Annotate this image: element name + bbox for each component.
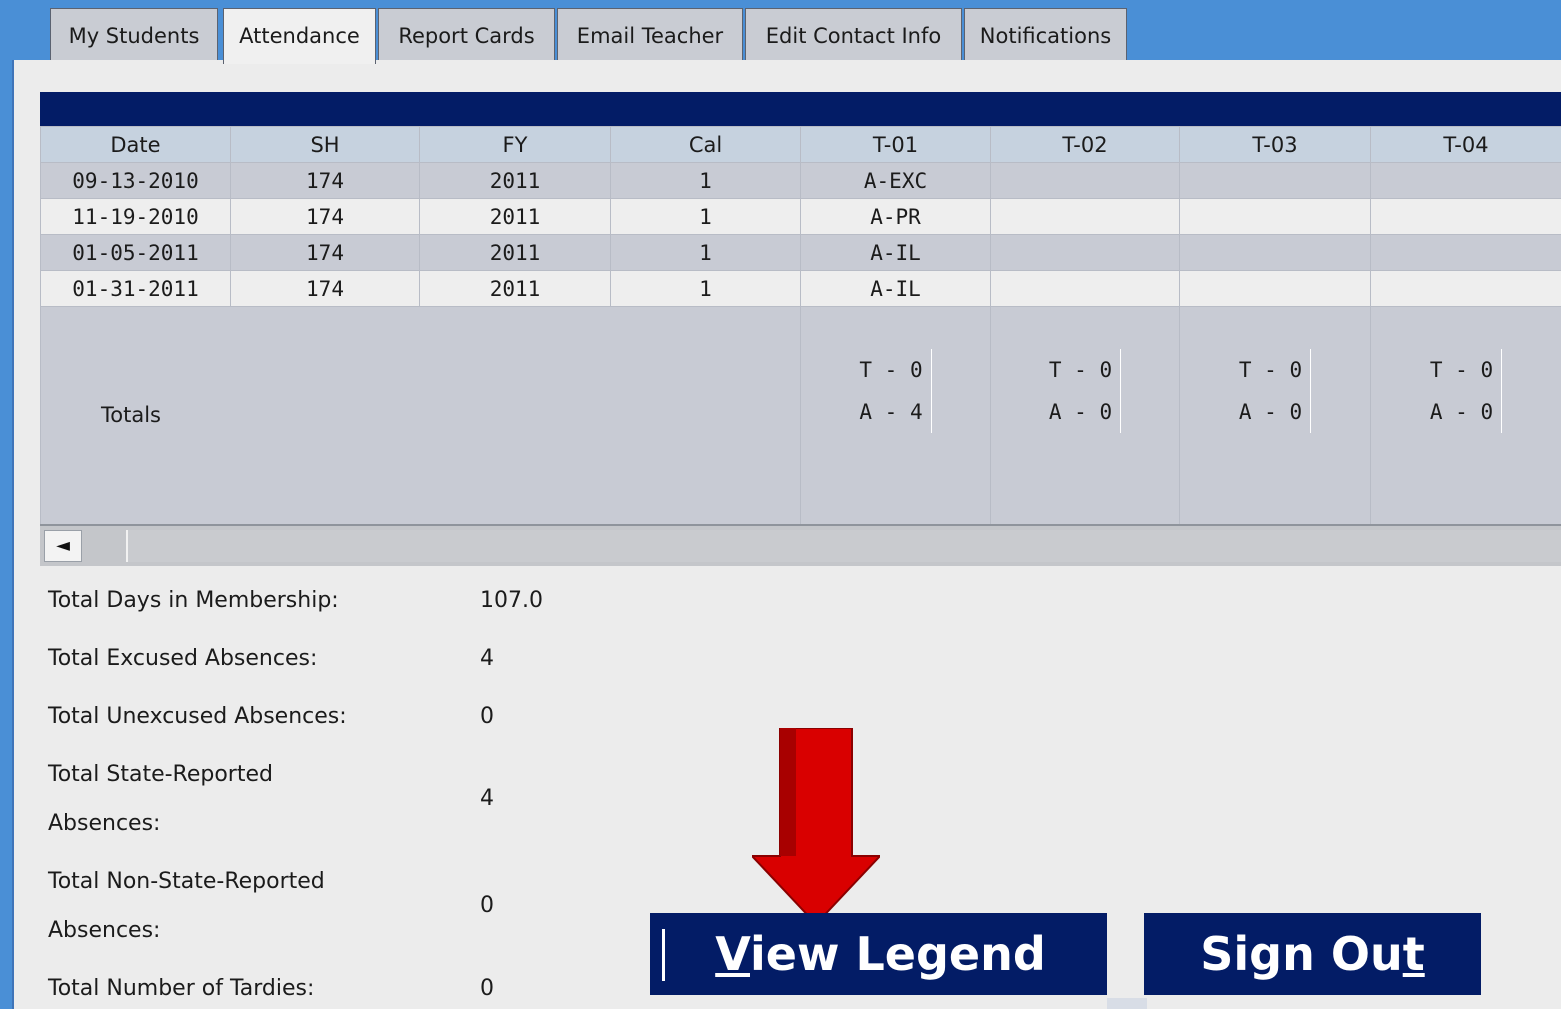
- button-gap: [1107, 998, 1147, 1009]
- tab-attendance[interactable]: Attendance: [223, 8, 376, 64]
- totals-box: T - 0 A - 4: [859, 349, 932, 433]
- cell-t04: [1370, 162, 1561, 199]
- cell-t03: [1179, 234, 1371, 271]
- tardy-total: T - 0: [1429, 358, 1494, 382]
- absence-total: A - 0: [1238, 400, 1303, 424]
- cell-date: 09-13-2010: [40, 162, 231, 199]
- tab-bar: My Students Attendance Report Cards Emai…: [0, 0, 1561, 64]
- cell-t02: [990, 234, 1180, 271]
- stat-label-state-reported-2: Absences:: [48, 811, 161, 836]
- cell-t02: [990, 270, 1180, 307]
- totals-t04: T - 0 A - 0: [1370, 306, 1561, 525]
- attendance-table: Date SH FY Cal T-01 T-02 T-03 T-04 09-13…: [40, 126, 1561, 525]
- cell-t03: [1179, 198, 1371, 235]
- cell-sh: 174: [230, 162, 420, 199]
- cell-t04: [1370, 270, 1561, 307]
- sign-out-button[interactable]: Sign Out: [1144, 913, 1481, 995]
- stat-label-tardies: Total Number of Tardies:: [48, 976, 315, 1001]
- col-header-cal: Cal: [610, 126, 801, 163]
- stat-label-excused: Total Excused Absences:: [48, 646, 318, 671]
- totals-label-cell: Totals: [40, 306, 801, 525]
- stat-label-state-reported: Total State-Reported: [48, 762, 273, 787]
- totals-box: T - 0 A - 0: [1429, 349, 1503, 433]
- cell-sh: 174: [230, 234, 420, 271]
- sign-out-accesskey: t: [1402, 927, 1425, 981]
- stat-label-unexcused: Total Unexcused Absences:: [48, 704, 347, 729]
- col-header-date: Date: [40, 126, 231, 163]
- cell-sh: 174: [230, 270, 420, 307]
- col-header-fy: FY: [419, 126, 611, 163]
- tardy-total: T - 0: [1048, 358, 1113, 382]
- scroll-left-icon[interactable]: ◄: [44, 530, 82, 562]
- cell-cal: 1: [610, 198, 801, 235]
- tab-report-cards[interactable]: Report Cards: [378, 8, 555, 60]
- totals-t01: T - 0 A - 4: [800, 306, 991, 525]
- col-header-t02: T-02: [990, 126, 1180, 163]
- cell-t02: [990, 198, 1180, 235]
- stat-value-state-reported: 4: [480, 786, 494, 811]
- cell-t01: A-EXC: [800, 162, 991, 199]
- cell-t01: A-IL: [800, 234, 991, 271]
- cell-cal: 1: [610, 270, 801, 307]
- stat-value-non-state-reported: 0: [480, 893, 494, 918]
- cell-date: 01-31-2011: [40, 270, 231, 307]
- absence-total: A - 4: [859, 400, 923, 424]
- stat-value-excused: 4: [480, 646, 494, 671]
- totals-label: Totals: [101, 403, 161, 427]
- stat-value-days-membership: 107.0: [480, 588, 543, 613]
- totals-box: T - 0 A - 0: [1048, 349, 1122, 433]
- sign-out-label: Sign Ou: [1200, 927, 1403, 981]
- cell-fy: 2011: [419, 270, 611, 307]
- horizontal-scrollbar[interactable]: ◄: [40, 524, 1561, 566]
- totals-row: Totals T - 0 A - 4 T - 0 A - 0 T - 0 A -…: [40, 306, 1561, 525]
- col-header-t04: T-04: [1370, 126, 1561, 163]
- view-legend-accesskey: V: [715, 927, 750, 981]
- table-title-bar: [40, 92, 1561, 126]
- tardy-total: T - 0: [1238, 358, 1303, 382]
- cell-t03: [1179, 270, 1371, 307]
- cell-sh: 174: [230, 198, 420, 235]
- cell-t02: [990, 162, 1180, 199]
- cell-t01: A-IL: [800, 270, 991, 307]
- cell-fy: 2011: [419, 198, 611, 235]
- cell-t01: A-PR: [800, 198, 991, 235]
- cell-fy: 2011: [419, 162, 611, 199]
- table-row: 09-13-2010 174 2011 1 A-EXC: [40, 162, 1561, 199]
- view-legend-label: iew Legend: [750, 927, 1046, 981]
- cell-cal: 1: [610, 162, 801, 199]
- col-header-t03: T-03: [1179, 126, 1371, 163]
- table-row: 01-31-2011 174 2011 1 A-IL: [40, 270, 1561, 307]
- tab-edit-contact-info[interactable]: Edit Contact Info: [745, 8, 962, 60]
- totals-t02: T - 0 A - 0: [990, 306, 1180, 525]
- table-row: 11-19-2010 174 2011 1 A-PR: [40, 198, 1561, 235]
- stat-label-days-membership: Total Days in Membership:: [48, 588, 339, 613]
- col-header-sh: SH: [230, 126, 420, 163]
- cell-t04: [1370, 234, 1561, 271]
- absence-total: A - 0: [1429, 400, 1494, 424]
- tab-notifications[interactable]: Notifications: [964, 8, 1127, 60]
- stat-value-tardies: 0: [480, 976, 494, 1001]
- cell-cal: 1: [610, 234, 801, 271]
- down-arrow-icon: [752, 728, 880, 926]
- cell-t04: [1370, 198, 1561, 235]
- totals-box: T - 0 A - 0: [1238, 349, 1312, 433]
- tab-my-students[interactable]: My Students: [50, 8, 218, 60]
- cell-date: 11-19-2010: [40, 198, 231, 235]
- cell-fy: 2011: [419, 234, 611, 271]
- stat-label-non-state-reported-2: Absences:: [48, 918, 161, 943]
- totals-t03: T - 0 A - 0: [1179, 306, 1371, 525]
- tab-email-teacher[interactable]: Email Teacher: [557, 8, 743, 60]
- table-header-row: Date SH FY Cal T-01 T-02 T-03 T-04: [40, 126, 1561, 163]
- stat-label-non-state-reported: Total Non-State-Reported: [48, 869, 325, 894]
- scroll-track[interactable]: [126, 530, 1561, 562]
- cell-t03: [1179, 162, 1371, 199]
- view-legend-button[interactable]: View Legend: [650, 913, 1107, 995]
- tardy-total: T - 0: [859, 358, 923, 382]
- cell-date: 01-05-2011: [40, 234, 231, 271]
- stat-value-unexcused: 0: [480, 704, 494, 729]
- table-row: 01-05-2011 174 2011 1 A-IL: [40, 234, 1561, 271]
- absence-total: A - 0: [1048, 400, 1113, 424]
- col-header-t01: T-01: [800, 126, 991, 163]
